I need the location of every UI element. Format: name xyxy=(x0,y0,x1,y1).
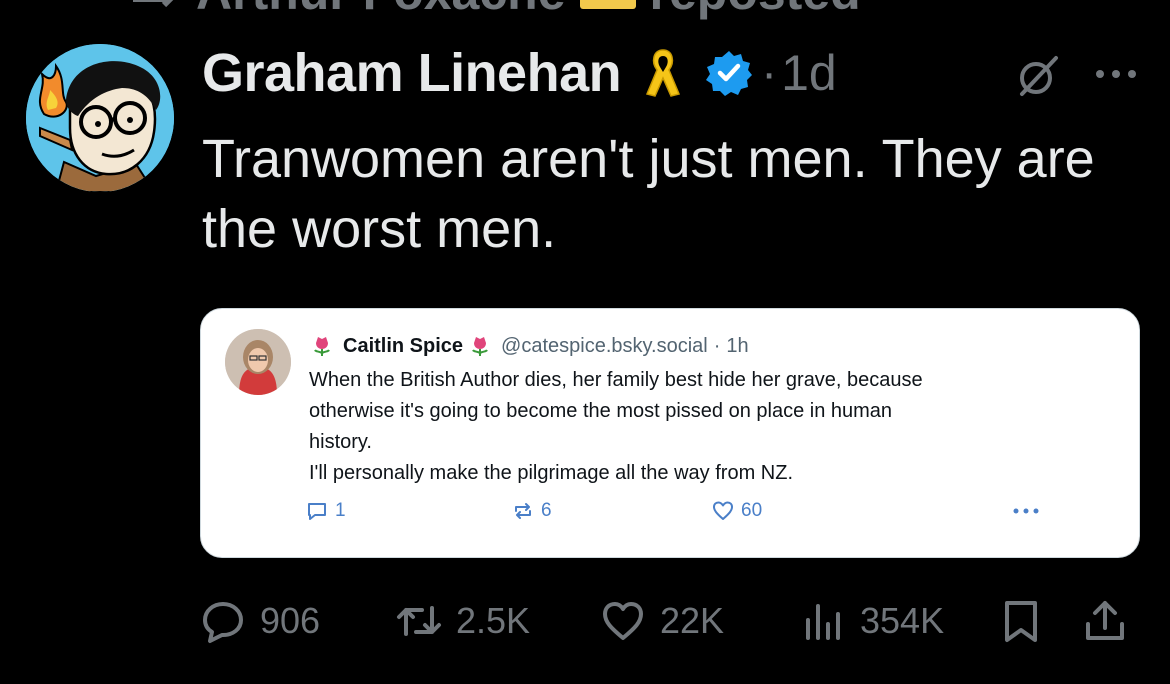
quote-text-line: I'll personally make the pilgrimage all … xyxy=(309,462,794,484)
like-count: 22K xyxy=(660,600,725,641)
heart-icon xyxy=(603,602,643,640)
quote-timestamp: 1h xyxy=(726,334,749,357)
reply-count: 906 xyxy=(260,600,321,641)
post-action-bar: 906 2.5K 22K 354K xyxy=(200,596,1140,646)
quote-text-line: otherwise it's going to become the most … xyxy=(309,400,893,422)
verified-badge-icon xyxy=(705,49,753,97)
repost-icon xyxy=(397,606,441,636)
repost-button[interactable]: 2.5K xyxy=(396,596,530,646)
grok-icon[interactable] xyxy=(1016,54,1060,98)
reposted-emoji-icon xyxy=(579,0,636,9)
reposted-banner: Arthur Foxache reposted xyxy=(130,0,861,20)
quote-action-bar: 1 6 60 xyxy=(305,499,945,529)
quote-reply-count-value: 1 xyxy=(335,500,346,521)
reply-icon xyxy=(308,503,326,520)
time-separator: · xyxy=(761,46,778,100)
quote-repost-count-value: 6 xyxy=(541,500,552,521)
views-button[interactable]: 354K xyxy=(800,596,944,646)
share-button[interactable] xyxy=(1082,596,1128,646)
quote-like-count: 60 xyxy=(711,499,762,523)
quote-like-count-value: 60 xyxy=(741,500,763,521)
repost-count: 2.5K xyxy=(456,600,531,641)
avatar-illustration xyxy=(26,44,174,192)
tulip-icon xyxy=(311,335,333,357)
quote-repost-count: 6 xyxy=(511,499,552,523)
author-name[interactable]: Graham Linehan xyxy=(202,42,622,104)
quote-author-avatar xyxy=(225,329,291,395)
quote-text-line: When the British Author dies, her family… xyxy=(309,369,923,391)
quote-text-line: history. xyxy=(309,431,372,453)
reposted-icon xyxy=(130,0,182,21)
quote-time-separator: · xyxy=(713,334,721,357)
reply-button[interactable]: 906 xyxy=(200,596,320,646)
like-button[interactable]: 22K xyxy=(600,596,724,646)
more-icon[interactable] xyxy=(1094,62,1138,86)
reply-icon xyxy=(203,602,243,643)
post-header: Graham Linehan · 1d xyxy=(202,40,837,106)
author-avatar[interactable] xyxy=(26,44,174,192)
quote-author-handle: @catespice.bsky.social xyxy=(501,334,708,357)
post-text: Tranwomen aren't just men. They are the … xyxy=(202,129,1095,259)
share-icon xyxy=(1086,601,1124,640)
quote-author-name: Caitlin Spice xyxy=(343,334,464,357)
tulip-icon xyxy=(469,335,491,357)
bookmark-button[interactable] xyxy=(998,596,1044,646)
quoted-post-image[interactable]: Caitlin Spice @catespice.bsky.social · 1… xyxy=(200,308,1140,558)
yellow-ribbon-icon xyxy=(643,46,683,100)
quote-text: When the British Author dies, her family… xyxy=(309,365,1109,489)
reposted-by-name[interactable]: Arthur Foxache xyxy=(196,0,566,21)
repost-icon xyxy=(515,503,531,519)
quote-reply-count: 1 xyxy=(305,499,346,523)
views-count: 354K xyxy=(860,600,945,641)
quote-more-icon xyxy=(1011,501,1041,521)
views-icon xyxy=(806,604,840,640)
heart-icon xyxy=(713,501,733,520)
post-timestamp[interactable]: 1d xyxy=(781,44,837,102)
bookmark-icon xyxy=(1005,601,1037,642)
reposted-label: reposted xyxy=(650,0,861,21)
quote-header: Caitlin Spice @catespice.bsky.social · 1… xyxy=(311,331,749,361)
